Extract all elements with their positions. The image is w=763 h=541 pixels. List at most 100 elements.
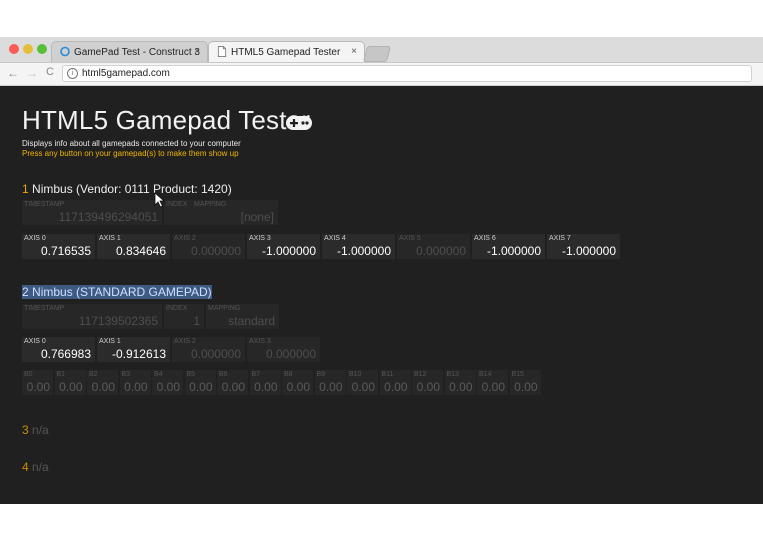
gamepad-2-title[interactable]: 2 Nimbus (STANDARD GAMEPAD): [22, 285, 212, 299]
tab-title: HTML5 Gamepad Tester: [231, 47, 341, 58]
axis-value: -1.000000: [561, 244, 616, 258]
zoom-window-button[interactable]: [37, 44, 47, 54]
button-value: 0.00: [319, 380, 343, 394]
site-info-icon[interactable]: i: [67, 68, 78, 79]
button-b8: B8 0.00: [282, 370, 313, 395]
field-label: INDEX: [166, 201, 188, 208]
gamepad-1-title: 1 Nimbus (Vendor: 0111 Product: 1420): [22, 182, 232, 196]
button-b13: B13 0.00: [444, 370, 476, 395]
url-text: html5gamepad.com: [82, 68, 170, 79]
button-value: 0.00: [416, 380, 440, 394]
button-value: 0.00: [189, 380, 213, 394]
button-value: 0.00: [124, 380, 148, 394]
axis-label: AXIS 0: [24, 338, 46, 345]
back-arrow-icon[interactable]: ←: [5, 66, 21, 80]
axis-4: AXIS 4 -1.000000: [322, 234, 395, 259]
axis-2: AXIS 2 0.000000: [172, 234, 245, 259]
button-label: B8: [284, 371, 293, 378]
gamepad-index: 3: [22, 423, 29, 437]
gamepad-3-title: 3 n/a: [22, 423, 49, 437]
button-value: 0.00: [449, 380, 473, 394]
mouse-cursor-icon: [154, 192, 166, 208]
gamepad-name: Nimbus (STANDARD GAMEPAD): [32, 285, 212, 299]
axis-label: AXIS 0: [24, 235, 46, 242]
button-value: 0.00: [254, 380, 278, 394]
axis-3: AXIS 3 0.000000: [247, 337, 320, 362]
page-title: HTML5 Gamepad Tester: [22, 105, 311, 135]
address-bar: ← → C i html5gamepad.com: [0, 63, 763, 86]
field-label: INDEX: [166, 305, 188, 312]
axis-label: AXIS 5: [399, 235, 421, 242]
axis-5: AXIS 5 0.000000: [397, 234, 470, 259]
tab-bar: GamePad Test - Construct 3 × HTML5 Gamep…: [0, 37, 763, 63]
field-value: 1: [193, 314, 200, 328]
button-value: 0.00: [221, 380, 245, 394]
button-value: 0.00: [26, 380, 50, 394]
index-field: INDEX 1: [164, 304, 204, 329]
forward-arrow-icon[interactable]: →: [24, 66, 40, 80]
button-label: B3: [121, 371, 131, 378]
button-label: B4: [154, 371, 163, 378]
gamepad-icon: [286, 116, 312, 130]
button-b10: B10 0.00: [347, 370, 378, 395]
button-b6: B6 0.00: [217, 370, 248, 395]
mapping-field: MAPPING [none]: [192, 200, 278, 225]
page-favicon-icon: [217, 46, 227, 57]
button-label: B10: [349, 371, 362, 378]
button-label: B5: [186, 371, 196, 378]
button-label: B7: [251, 371, 261, 378]
new-tab-button[interactable]: [362, 46, 392, 62]
gamepad-index: 1: [22, 182, 29, 196]
axis-label: AXIS 1: [99, 338, 121, 345]
axis-label: AXIS 3: [249, 338, 271, 345]
field-value: standard: [228, 314, 275, 328]
timestamp-field: TIMESTAMP 117139496294051: [22, 200, 162, 225]
button-b1: B1 0.00: [54, 370, 86, 395]
axis-value: -1.000000: [336, 244, 391, 258]
button-b5: B5 0.00: [184, 370, 216, 395]
axis-label: AXIS 6: [474, 235, 496, 242]
axis-label: AXIS 4: [324, 235, 346, 242]
button-b3: B3 0.00: [119, 370, 151, 395]
tab-construct[interactable]: GamePad Test - Construct 3 ×: [51, 41, 208, 62]
button-value: 0.00: [156, 380, 180, 394]
gamepad-index: 4: [22, 460, 29, 474]
field-label: TIMESTAMP: [24, 305, 65, 312]
axis-3: AXIS 3 -1.000000: [247, 234, 320, 259]
tab-gamepad-tester[interactable]: HTML5 Gamepad Tester ×: [208, 41, 365, 62]
gamepad-name: n/a: [32, 460, 49, 474]
button-label: B13: [446, 371, 459, 378]
field-label: TIMESTAMP: [24, 201, 65, 208]
gamepad-index: 2: [22, 285, 29, 299]
field-value: [none]: [240, 210, 274, 224]
button-value: 0.00: [59, 380, 83, 394]
axis-7: AXIS 7 -1.000000: [547, 234, 620, 259]
axis-value: -0.912613: [111, 347, 166, 361]
close-tab-icon[interactable]: ×: [351, 46, 357, 57]
button-b2: B2 0.00: [87, 370, 118, 395]
minimize-window-button[interactable]: [23, 44, 33, 54]
button-b12: B12 0.00: [412, 370, 443, 395]
axis-label: AXIS 2: [174, 338, 196, 345]
page-subtitle: Displays info about all gamepads connect…: [22, 139, 241, 148]
button-value: 0.00: [481, 380, 505, 394]
close-tab-icon[interactable]: ×: [194, 46, 200, 57]
button-label: B12: [414, 371, 427, 378]
button-b15: B15 0.00: [509, 370, 541, 395]
axis-6: AXIS 6 -1.000000: [472, 234, 545, 259]
gamepad-name: Nimbus (Vendor: 0111 Product: 1420): [32, 182, 232, 196]
url-input[interactable]: i html5gamepad.com: [62, 65, 752, 82]
axis-label: AXIS 2: [174, 235, 196, 242]
axis-value: 0.000000: [190, 347, 241, 361]
button-value: 0.00: [514, 380, 538, 394]
timestamp-field: TIMESTAMP 117139502365: [22, 304, 162, 329]
button-label: B14: [479, 371, 492, 378]
button-label: B0: [24, 371, 33, 378]
axis-value: 0.000000: [415, 244, 466, 258]
browser-window: GamePad Test - Construct 3 × HTML5 Gamep…: [0, 37, 763, 504]
button-b14: B14 0.00: [477, 370, 508, 395]
field-value: 117139502365: [78, 314, 158, 328]
button-value: 0.00: [91, 380, 115, 394]
close-window-button[interactable]: [9, 44, 19, 54]
reload-icon[interactable]: C: [42, 66, 58, 78]
